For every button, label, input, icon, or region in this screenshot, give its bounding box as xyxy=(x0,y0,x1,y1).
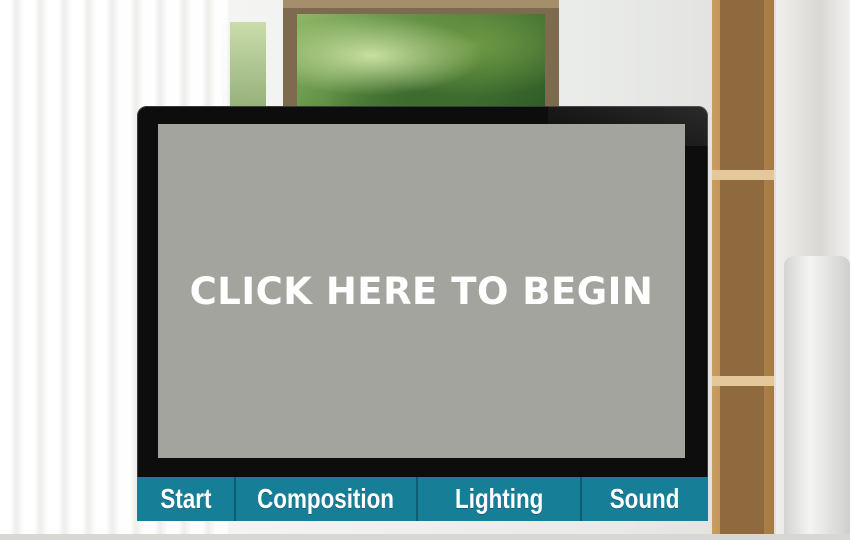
nav-lighting-button[interactable]: Lighting xyxy=(418,477,582,521)
nav-sound-label: Sound xyxy=(610,483,680,514)
window-plants xyxy=(297,14,545,118)
nav-composition-label: Composition xyxy=(257,483,395,514)
white-column xyxy=(784,256,850,540)
begin-label: CLICK HERE TO BEGIN xyxy=(189,269,654,313)
nav-start-button[interactable]: Start xyxy=(137,477,236,521)
shelf-board xyxy=(712,376,774,386)
nav-start-label: Start xyxy=(159,483,212,514)
nav-sound-button[interactable]: Sound xyxy=(582,477,708,521)
background-window xyxy=(283,0,559,118)
bottom-nav-bar: Start Composition Lighting Sound xyxy=(137,477,708,521)
nav-composition-button[interactable]: Composition xyxy=(236,477,418,521)
shelf-board xyxy=(712,170,774,180)
shelf-slot xyxy=(720,180,764,376)
monitor: CLICK HERE TO BEGIN xyxy=(137,106,708,478)
window-frame xyxy=(283,0,559,8)
begin-screen-button[interactable]: CLICK HERE TO BEGIN xyxy=(158,124,685,458)
floor xyxy=(0,534,850,540)
shelf-slot xyxy=(720,0,764,170)
bookshelf xyxy=(712,0,774,540)
shelf-slot xyxy=(720,386,764,540)
nav-lighting-label: Lighting xyxy=(454,483,544,514)
